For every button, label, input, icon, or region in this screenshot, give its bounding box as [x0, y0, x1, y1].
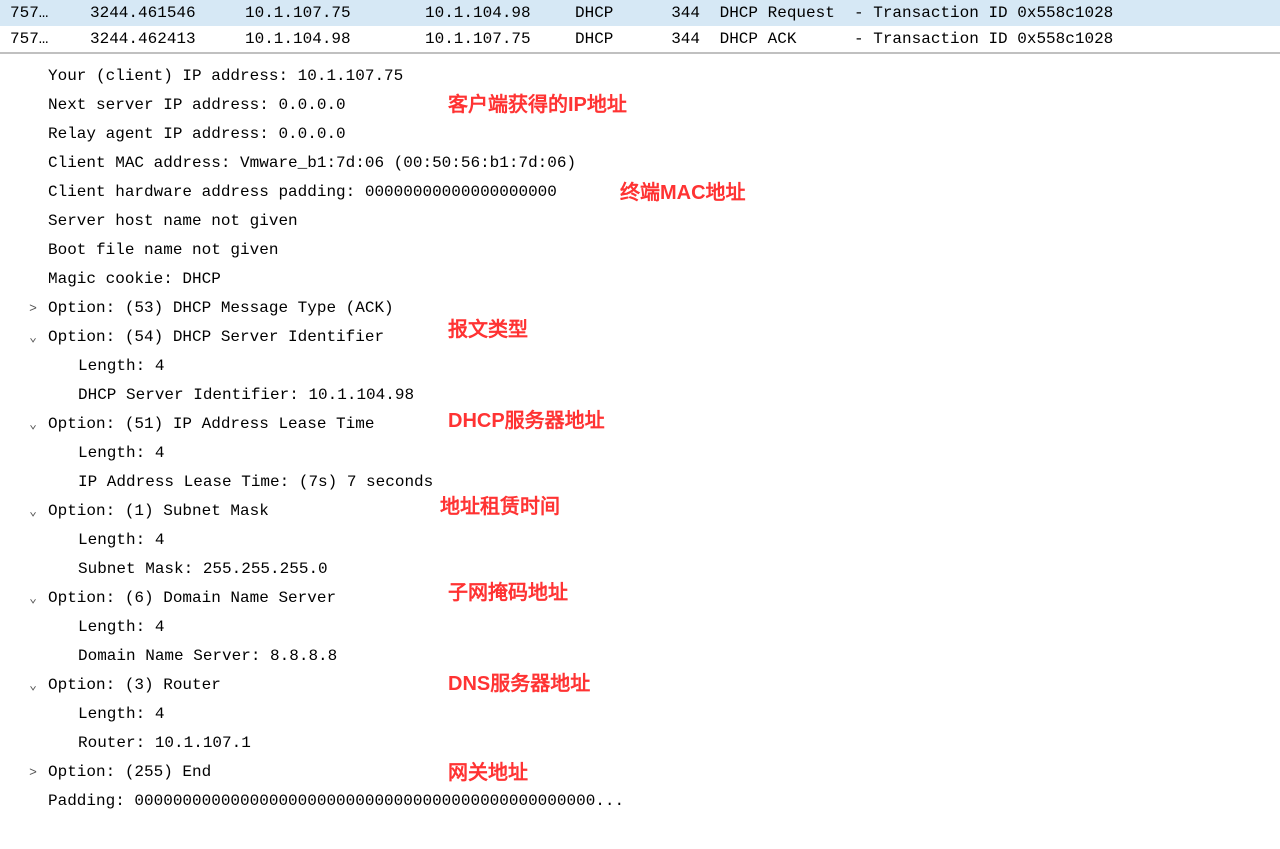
detail-text: Padding: 0000000000000000000000000000000…	[48, 792, 624, 810]
detail-text: Magic cookie: DHCP	[48, 270, 221, 288]
detail-text: Client hardware address padding: 0000000…	[48, 183, 557, 201]
detail-text: DHCP Server Identifier: 10.1.104.98	[78, 386, 414, 404]
packet-number: 757…	[10, 26, 90, 52]
packet-row[interactable]: 757…3244.46154610.1.107.7510.1.104.98DHC…	[0, 0, 1280, 26]
detail-line[interactable]: > Option: (53) DHCP Message Type (ACK)	[0, 294, 1280, 323]
detail-text: Domain Name Server: 8.8.8.8	[78, 647, 337, 665]
packet-destination: 10.1.107.75	[425, 26, 575, 52]
detail-text: Option: (255) End	[48, 763, 211, 781]
detail-line: Subnet Mask: 255.255.255.0	[0, 555, 1280, 584]
packet-row[interactable]: 757…3244.46241310.1.104.9810.1.107.75DHC…	[0, 26, 1280, 52]
detail-line: Next server IP address: 0.0.0.0	[0, 91, 1280, 120]
detail-text: Option: (51) IP Address Lease Time	[48, 415, 374, 433]
chevron-down-icon[interactable]: ⌄	[24, 584, 42, 613]
detail-line[interactable]: ⌄ Option: (6) Domain Name Server	[0, 584, 1280, 613]
detail-text: Router: 10.1.107.1	[78, 734, 251, 752]
detail-line[interactable]: ⌄ Option: (1) Subnet Mask	[0, 497, 1280, 526]
detail-text: Length: 4	[78, 357, 164, 375]
detail-line[interactable]: ⌄ Option: (51) IP Address Lease Time	[0, 410, 1280, 439]
packet-source: 10.1.104.98	[245, 26, 425, 52]
detail-text: Option: (1) Subnet Mask	[48, 502, 269, 520]
detail-text: Option: (3) Router	[48, 676, 221, 694]
detail-text: Length: 4	[78, 444, 164, 462]
detail-text: Server host name not given	[48, 212, 298, 230]
annotation-label: 报文类型	[448, 313, 528, 342]
annotation-label: DNS服务器地址	[448, 667, 590, 696]
detail-line: Router: 10.1.107.1	[0, 729, 1280, 758]
detail-text: IP Address Lease Time: (7s) 7 seconds	[78, 473, 433, 491]
chevron-down-icon[interactable]: ⌄	[24, 410, 42, 439]
detail-line: Boot file name not given	[0, 236, 1280, 265]
packet-number: 757…	[10, 0, 90, 26]
detail-line[interactable]: ⌄ Option: (3) Router	[0, 671, 1280, 700]
annotation-label: 终端MAC地址	[620, 176, 746, 205]
detail-text: Length: 4	[78, 705, 164, 723]
detail-line[interactable]: > Option: (255) End	[0, 758, 1280, 787]
detail-line: Relay agent IP address: 0.0.0.0	[0, 120, 1280, 149]
chevron-right-icon[interactable]: >	[24, 758, 42, 787]
chevron-down-icon[interactable]: ⌄	[24, 323, 42, 352]
detail-line: Your (client) IP address: 10.1.107.75	[0, 62, 1280, 91]
detail-line[interactable]: ⌄ Option: (54) DHCP Server Identifier	[0, 323, 1280, 352]
detail-line: Magic cookie: DHCP	[0, 265, 1280, 294]
detail-text: Your (client) IP address: 10.1.107.75	[48, 67, 403, 85]
detail-line: Length: 4	[0, 613, 1280, 642]
annotation-label: DHCP服务器地址	[448, 404, 605, 433]
packet-protocol: DHCP	[575, 0, 645, 26]
annotation-label: 客户端获得的IP地址	[448, 88, 627, 117]
packet-info: DHCP ACK - Transaction ID 0x558c1028	[710, 26, 1280, 52]
chevron-down-icon[interactable]: ⌄	[24, 671, 42, 700]
detail-line: Length: 4	[0, 526, 1280, 555]
detail-line: Length: 4	[0, 700, 1280, 729]
packet-details-pane: Your (client) IP address: 10.1.107.75 Nex…	[0, 54, 1280, 816]
detail-text: Option: (54) DHCP Server Identifier	[48, 328, 384, 346]
detail-line: Padding: 0000000000000000000000000000000…	[0, 787, 1280, 816]
detail-line: Server host name not given	[0, 207, 1280, 236]
chevron-right-icon[interactable]: >	[24, 294, 42, 323]
annotation-label: 网关地址	[448, 756, 528, 785]
detail-text: Client MAC address: Vmware_b1:7d:06 (00:…	[48, 154, 576, 172]
detail-text: Length: 4	[78, 618, 164, 636]
detail-line: Length: 4	[0, 439, 1280, 468]
packet-list: 757…3244.46154610.1.107.7510.1.104.98DHC…	[0, 0, 1280, 54]
detail-text: Length: 4	[78, 531, 164, 549]
detail-text: Next server IP address: 0.0.0.0	[48, 96, 346, 114]
chevron-down-icon[interactable]: ⌄	[24, 497, 42, 526]
detail-text: Boot file name not given	[48, 241, 278, 259]
detail-text: Subnet Mask: 255.255.255.0	[78, 560, 328, 578]
detail-text: Option: (53) DHCP Message Type (ACK)	[48, 299, 394, 317]
detail-line: IP Address Lease Time: (7s) 7 seconds	[0, 468, 1280, 497]
packet-source: 10.1.107.75	[245, 0, 425, 26]
packet-length: 344	[645, 26, 710, 52]
detail-line: Client MAC address: Vmware_b1:7d:06 (00:…	[0, 149, 1280, 178]
packet-destination: 10.1.104.98	[425, 0, 575, 26]
packet-info: DHCP Request - Transaction ID 0x558c1028	[710, 0, 1280, 26]
detail-line: Length: 4	[0, 352, 1280, 381]
detail-line: Domain Name Server: 8.8.8.8	[0, 642, 1280, 671]
packet-protocol: DHCP	[575, 26, 645, 52]
packet-time: 3244.461546	[90, 0, 245, 26]
annotation-label: 地址租赁时间	[440, 490, 560, 519]
annotation-label: 子网掩码地址	[448, 576, 568, 605]
detail-text: Option: (6) Domain Name Server	[48, 589, 336, 607]
packet-length: 344	[645, 0, 710, 26]
detail-text: Relay agent IP address: 0.0.0.0	[48, 125, 346, 143]
packet-time: 3244.462413	[90, 26, 245, 52]
detail-line: DHCP Server Identifier: 10.1.104.98	[0, 381, 1280, 410]
